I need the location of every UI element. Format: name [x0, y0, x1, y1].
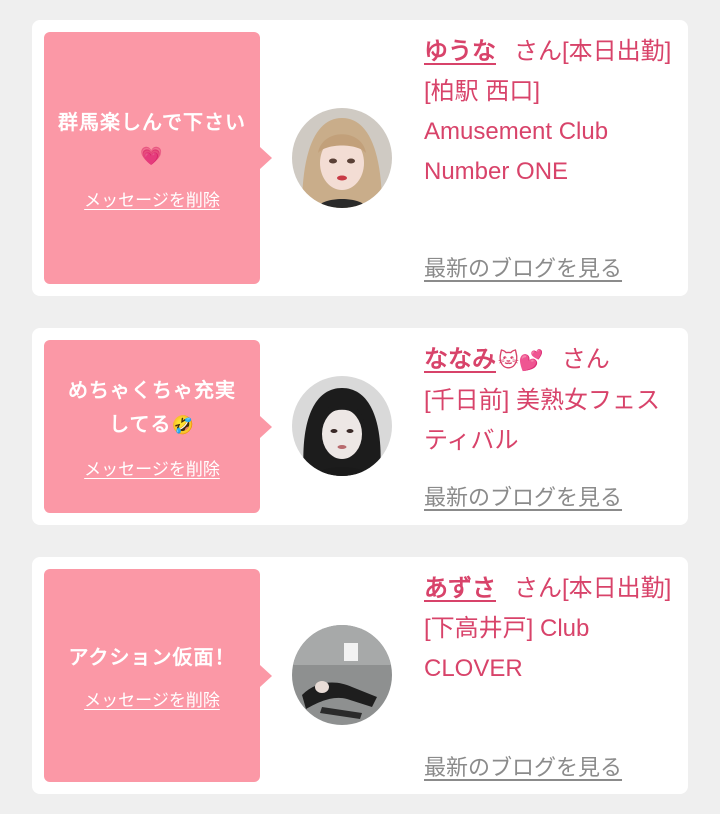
message-card: 群馬楽しんで下さい 💗 メッセージを削除 ゆうな さん[本日出勤] [柏駅 西口] …: [32, 20, 688, 296]
avatar-photo-icon: [292, 625, 392, 725]
heart-emoji-icon: 💗: [140, 146, 164, 168]
avatar[interactable]: [292, 108, 392, 208]
delete-message-link[interactable]: メッセージを削除: [84, 186, 220, 211]
cast-status: さん[本日出勤]: [514, 38, 672, 65]
message-body: 群馬楽しんで下さい: [58, 109, 246, 134]
cast-info: あずさ さん[本日出勤] [下高井戸] Club CLOVER: [424, 569, 674, 689]
cast-status: さん[本日出勤]: [514, 575, 672, 602]
message-text: 群馬楽しんで下さい 💗: [58, 105, 246, 175]
avatar[interactable]: [292, 376, 392, 476]
cast-info: ゆうな さん[本日出勤] [柏駅 西口] Amusement Club Numbe…: [424, 32, 674, 192]
cat-heart-emoji-icon: 🐱💕: [498, 349, 544, 372]
message-body: アクション仮面！: [68, 645, 236, 669]
cast-name-link[interactable]: ゆうな: [424, 38, 496, 65]
delete-message-link[interactable]: メッセージを削除: [84, 686, 220, 711]
avatar[interactable]: [292, 625, 392, 725]
cast-name-text: ななみ: [424, 346, 496, 373]
message-text: めちゃくちゃ充実してる🤣: [58, 373, 246, 443]
shop-name: [柏駅 西口] Amusement Club Number ONE: [424, 78, 609, 185]
message-bubble: アクション仮面！ メッセージを削除: [44, 569, 272, 782]
avatar-photo-icon: [292, 108, 392, 208]
cast-status: さん: [561, 346, 610, 373]
shop-name: [千日前] 美熟女フェスティバル: [424, 386, 661, 454]
latest-blog-link[interactable]: 最新のブログを見る: [424, 480, 622, 512]
message-bubble: 群馬楽しんで下さい 💗 メッセージを削除: [44, 32, 272, 284]
message-card: アクション仮面！ メッセージを削除 あずさ さん[本日出勤] [下高井戸] Clu…: [32, 557, 688, 794]
shop-name: [下高井戸] Club CLOVER: [424, 615, 590, 682]
laughing-emoji-icon: 🤣: [171, 414, 195, 436]
avatar-photo-icon: [292, 376, 392, 476]
message-card: めちゃくちゃ充実してる🤣 メッセージを削除 ななみ 🐱💕 さん [千日前] 美熟女フ…: [32, 328, 688, 525]
message-text: アクション仮面！: [69, 640, 236, 674]
cast-name-link[interactable]: あずさ: [424, 575, 496, 602]
cast-info: ななみ 🐱💕 さん [千日前] 美熟女フェスティバル: [424, 340, 674, 461]
message-body: めちゃくちゃ充実してる: [68, 378, 236, 437]
latest-blog-link[interactable]: 最新のブログを見る: [424, 251, 622, 283]
cast-name-link[interactable]: ななみ 🐱💕: [424, 346, 544, 373]
delete-message-link[interactable]: メッセージを削除: [84, 455, 220, 480]
latest-blog-link[interactable]: 最新のブログを見る: [424, 750, 622, 782]
message-list: 群馬楽しんで下さい💗 メッセージを削除 ゆうな さん[本日出勤] [柏駅 西口] …: [0, 0, 720, 814]
message-bubble: めちゃくちゃ充実してる🤣 メッセージを削除: [44, 340, 272, 513]
